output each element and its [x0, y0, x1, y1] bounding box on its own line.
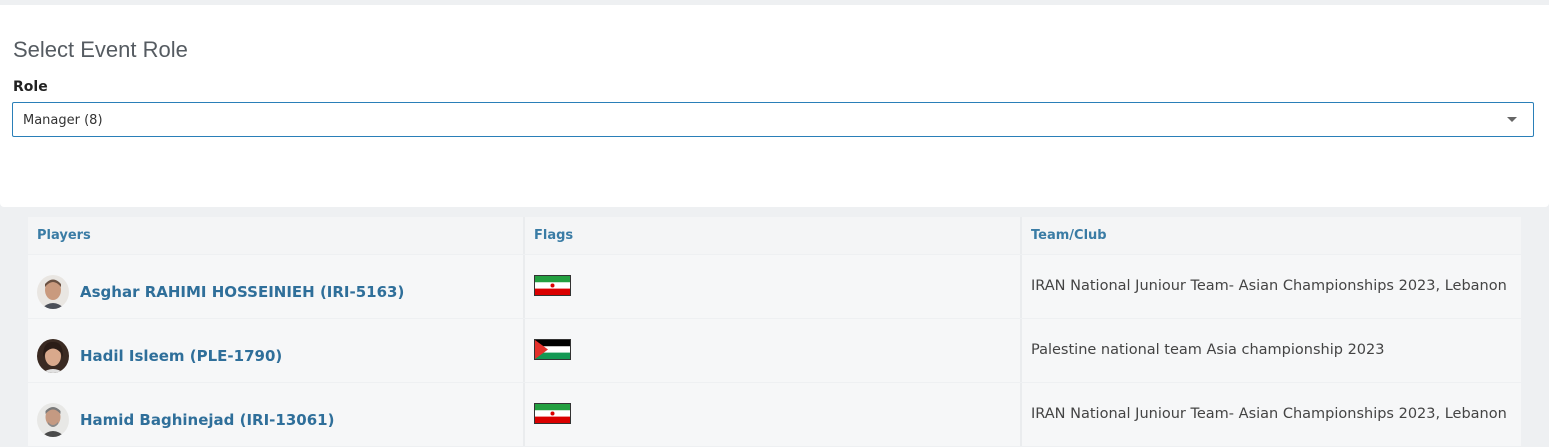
iran-flag-icon — [534, 275, 571, 296]
team-club: IRAN National Juniour Team- Asian Champi… — [1031, 405, 1507, 422]
team-club: IRAN National Juniour Team- Asian Champi… — [1031, 277, 1507, 294]
table-header: Players Flags Team/Club — [28, 217, 1521, 254]
page-title: Select Event Role — [13, 37, 188, 62]
palestine-flag-icon — [534, 339, 571, 360]
role-select[interactable]: Manager (8) — [12, 102, 1534, 137]
avatar — [37, 274, 69, 309]
avatar — [37, 338, 69, 373]
column-header-flags[interactable]: Flags — [534, 228, 573, 243]
table-row: Hadil Isleem (PLE-1790) Palestine nation… — [28, 319, 1521, 382]
iran-flag-icon — [534, 403, 571, 424]
team-club: Palestine national team Asia championshi… — [1031, 341, 1385, 358]
player-link[interactable]: Hadil Isleem (PLE-1790) — [80, 347, 282, 365]
avatar — [37, 402, 69, 437]
table-row: Asghar RAHIMI HOSSEINIEH (IRI-5163) IRAN… — [28, 255, 1521, 318]
role-label: Role — [13, 79, 48, 95]
column-header-players[interactable]: Players — [37, 228, 91, 243]
column-header-team[interactable]: Team/Club — [1031, 228, 1107, 243]
chevron-down-icon[interactable] — [1507, 117, 1517, 122]
players-table: Players Flags Team/Club Asghar RAHIMI HO… — [28, 217, 1521, 447]
player-link[interactable]: Asghar RAHIMI HOSSEINIEH (IRI-5163) — [80, 283, 404, 301]
select-event-role-card: Select Event Role Role Manager (8) — [0, 5, 1549, 207]
role-select-value: Manager (8) — [23, 113, 103, 128]
player-link[interactable]: Hamid Baghinejad (IRI-13061) — [80, 411, 334, 429]
